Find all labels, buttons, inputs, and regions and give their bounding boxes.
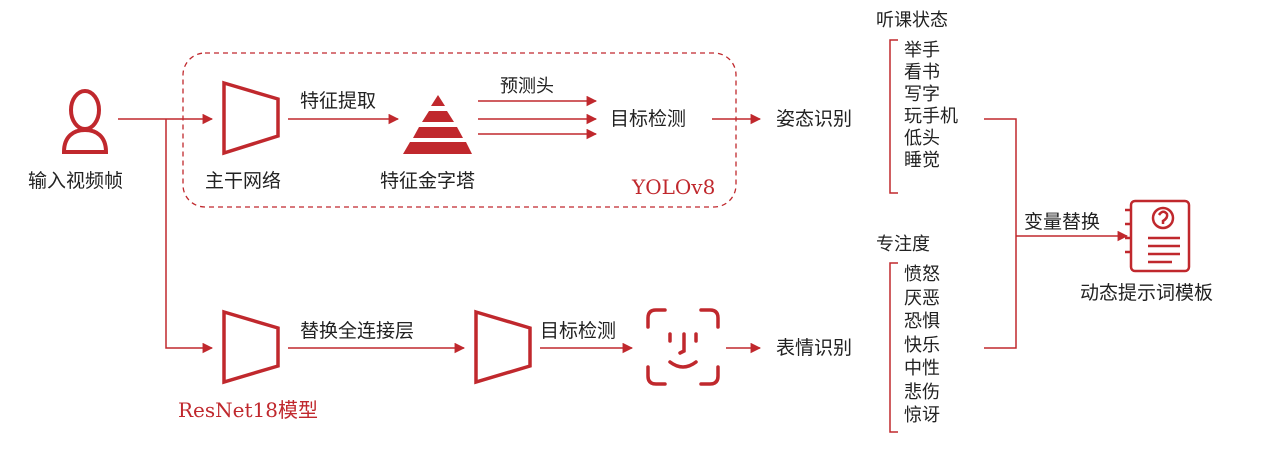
input-connector	[118, 113, 214, 354]
template-label: 动态提示词模板	[1080, 282, 1214, 304]
expression-label: 表情识别	[776, 337, 853, 359]
posture-item: 看书	[904, 62, 940, 83]
posture-item: 玩手机	[904, 106, 958, 127]
expression-list: 愤怒 厌恶 恐惧 快乐 中性 悲伤 惊讶	[904, 263, 940, 428]
resnet-trapezoid	[222, 309, 280, 385]
substitute-label: 变量替换	[1024, 211, 1101, 233]
expression-item: 惊讶	[904, 405, 940, 426]
feature-extract-label: 特征提取	[300, 90, 377, 112]
replace-fc-label: 替换全连接层	[300, 320, 415, 342]
prediction-head-label: 预测头	[500, 76, 554, 97]
expression-item: 愤怒	[904, 264, 940, 285]
posture-item: 低头	[904, 128, 940, 149]
resnet-model-label: ResNet18模型	[178, 398, 318, 422]
resnet-detect-label: 目标检测	[540, 320, 617, 342]
document-question-icon	[1125, 199, 1191, 273]
face-scan-icon	[646, 308, 720, 386]
posture-label: 姿态识别	[776, 108, 853, 130]
posture-bracket	[889, 39, 898, 194]
posture-list: 举手 看书 写字 玩手机 低头 睡觉	[904, 40, 958, 172]
expression-item: 快乐	[904, 334, 940, 356]
expression-category-title: 专注度	[876, 234, 930, 255]
prediction-head-arrows	[478, 95, 598, 140]
pyramid-icon	[403, 95, 472, 154]
posture-item: 举手	[904, 40, 940, 61]
person-icon	[61, 89, 109, 154]
backbone-trapezoid	[222, 80, 280, 156]
posture-category-title: 听课状态	[876, 10, 948, 31]
expression-item: 恐惧	[904, 311, 940, 332]
expression-item: 中性	[904, 358, 940, 379]
pyramid-label: 特征金字塔	[380, 170, 476, 192]
expression-item: 厌恶	[904, 287, 940, 309]
backbone-label: 主干网络	[205, 170, 282, 192]
expression-bracket	[889, 262, 898, 433]
detector-trapezoid	[474, 309, 532, 385]
expression-item: 悲伤	[904, 381, 940, 403]
merge-connector	[984, 118, 1129, 349]
posture-item: 写字	[904, 84, 940, 105]
yolo-group-label: YOLOv8	[632, 175, 716, 199]
yolo-detect-label: 目标检测	[610, 108, 687, 130]
input-label: 输入视频帧	[28, 170, 124, 192]
posture-item: 睡觉	[904, 150, 940, 171]
